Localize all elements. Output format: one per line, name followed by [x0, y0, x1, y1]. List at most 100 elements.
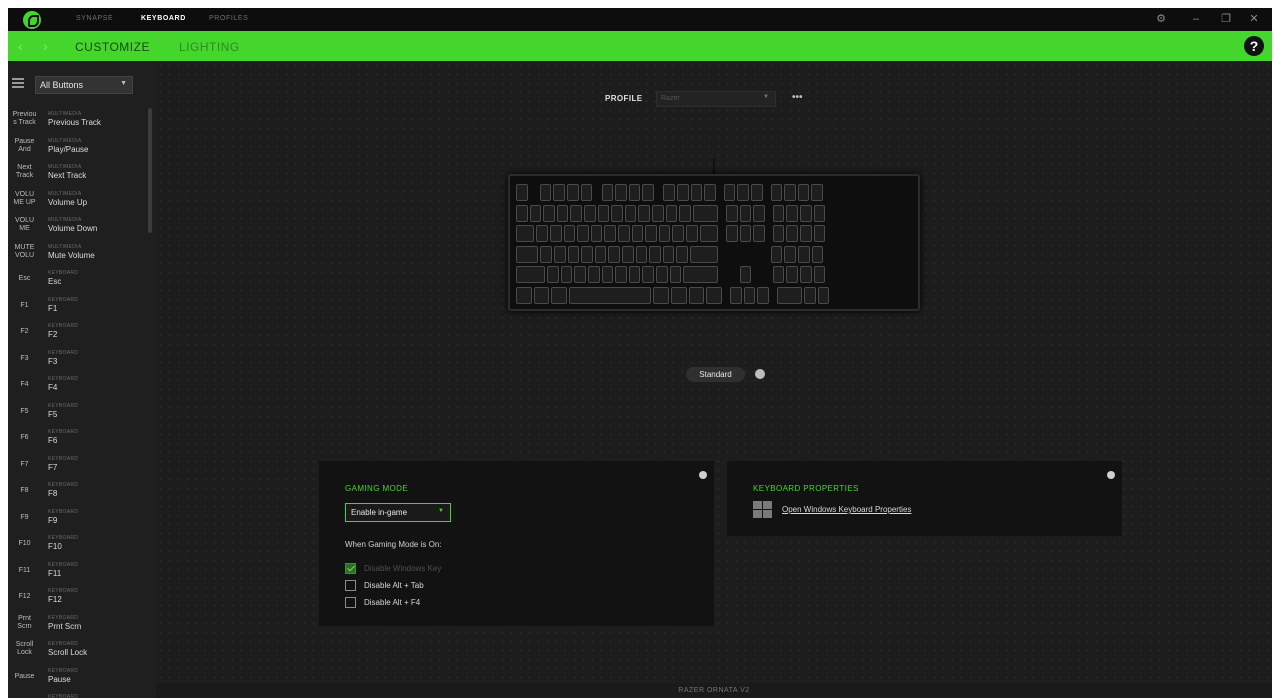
open-keyboard-properties-link[interactable]: Open Windows Keyboard Properties [782, 505, 911, 514]
button-list-item[interactable]: Prnt Scrn KEYBOARD Prnt Scrn [8, 612, 146, 639]
keyboard-key[interactable] [580, 184, 593, 201]
keyboard-key[interactable] [772, 225, 785, 242]
keyboard-image[interactable] [508, 174, 920, 311]
button-list-item[interactable]: F8 KEYBOARD F8 [8, 479, 146, 506]
keyboard-key[interactable] [560, 266, 573, 283]
tab-keyboard[interactable]: KEYBOARD [141, 15, 186, 22]
keyboard-key[interactable] [615, 266, 627, 283]
keyboard-key[interactable] [797, 184, 810, 201]
settings-gear-icon[interactable]: ⚙ [1153, 12, 1169, 26]
keyboard-key[interactable] [800, 204, 812, 222]
gaming-mode-dropdown[interactable]: Enable in-game ▼ [345, 503, 451, 522]
chevron-right-icon[interactable]: › [43, 38, 48, 54]
button-list-item[interactable]: F1 KEYBOARD F1 [8, 294, 146, 321]
keyboard-key[interactable] [676, 184, 689, 201]
keyboard-key[interactable] [628, 266, 641, 283]
chevron-left-icon[interactable]: ‹ [18, 38, 23, 54]
keyboard-key[interactable] [753, 225, 765, 242]
keyboard-key[interactable] [563, 225, 576, 242]
button-list-item[interactable]: F9 KEYBOARD F9 [8, 506, 146, 533]
keyboard-key[interactable] [739, 204, 752, 222]
keyboard-key[interactable] [730, 286, 742, 304]
keyboard-key[interactable] [813, 225, 826, 242]
keyboard-key[interactable] [570, 204, 582, 222]
button-list-item[interactable]: F6 KEYBOARD F6 [8, 426, 146, 453]
keyboard-key[interactable] [786, 204, 799, 222]
keyboard-key[interactable] [533, 286, 550, 304]
keyboard-key[interactable] [784, 245, 797, 263]
keyboard-key[interactable] [811, 184, 824, 201]
button-list-item[interactable]: F7 KEYBOARD F7 [8, 453, 146, 480]
keyboard-key[interactable] [757, 286, 769, 304]
button-list-item[interactable]: F11 KEYBOARD F11 [8, 559, 146, 586]
maximize-button[interactable]: ❐ [1218, 12, 1234, 26]
keyboard-key[interactable] [656, 266, 668, 283]
keyboard-key[interactable] [706, 286, 723, 304]
keyboard-key[interactable] [772, 266, 785, 283]
profile-dropdown[interactable]: Razer ▼ [656, 91, 776, 107]
keyboard-key[interactable] [813, 266, 826, 283]
info-icon[interactable] [755, 369, 765, 379]
keyboard-key[interactable] [577, 225, 589, 242]
button-list-item[interactable]: F2 KEYBOARD F2 [8, 320, 146, 347]
keyboard-key[interactable] [786, 225, 799, 242]
info-icon[interactable] [1107, 471, 1115, 479]
keyboard-key[interactable] [784, 184, 796, 201]
keyboard-key[interactable] [604, 225, 616, 242]
disable-alt-tab-checkbox[interactable] [345, 580, 356, 591]
keyboard-key[interactable] [798, 245, 810, 263]
button-list-item[interactable]: Esc KEYBOARD Esc [8, 267, 146, 294]
keyboard-key[interactable] [800, 225, 812, 242]
keyboard-key[interactable] [723, 184, 736, 201]
keyboard-key[interactable] [725, 225, 738, 242]
button-list-item[interactable]: Previou s Track MULTIMEDIA Previous Track [8, 108, 146, 135]
keyboard-key[interactable] [516, 266, 546, 283]
keyboard-key[interactable] [699, 225, 718, 242]
profile-more-button[interactable]: ••• [792, 92, 803, 103]
keyboard-key[interactable] [553, 184, 565, 201]
minimize-button[interactable]: – [1188, 12, 1204, 26]
keyboard-key[interactable] [786, 266, 799, 283]
keyboard-key[interactable] [549, 225, 562, 242]
sidebar-scrollbar[interactable] [148, 108, 152, 233]
keyboard-key[interactable] [683, 266, 718, 283]
keyboard-key[interactable] [658, 225, 671, 242]
keyboard-key[interactable] [556, 204, 569, 222]
keyboard-key[interactable] [672, 225, 684, 242]
info-icon[interactable] [699, 471, 707, 479]
keyboard-key[interactable] [554, 245, 566, 263]
keyboard-key[interactable] [642, 266, 655, 283]
keyboard-key[interactable] [516, 184, 528, 201]
keyboard-key[interactable] [622, 245, 634, 263]
keyboard-key[interactable] [649, 245, 661, 263]
button-list-item[interactable]: F10 KEYBOARD F10 [8, 532, 146, 559]
keyboard-key[interactable] [569, 286, 652, 304]
keyboard-key[interactable] [588, 266, 600, 283]
keyboard-key[interactable] [631, 225, 644, 242]
keyboard-key[interactable] [574, 266, 587, 283]
button-list-item[interactable]: Next Track MULTIMEDIA Next Track [8, 161, 146, 188]
layout-mode-toggle[interactable]: Standard [686, 367, 745, 382]
keyboard-key[interactable] [665, 204, 678, 222]
tab-lighting[interactable]: LIGHTING [179, 40, 240, 54]
keyboard-key[interactable] [543, 204, 555, 222]
keyboard-key[interactable] [725, 204, 738, 222]
tab-profiles[interactable]: PROFILES [209, 15, 248, 22]
keyboard-key[interactable] [601, 184, 614, 201]
keyboard-key[interactable] [690, 184, 703, 201]
keyboard-key[interactable] [567, 245, 580, 263]
keyboard-key[interactable] [663, 184, 675, 201]
button-list-item[interactable]: F5 KEYBOARD F5 [8, 400, 146, 427]
keyboard-key[interactable] [635, 245, 648, 263]
keyboard-key[interactable] [813, 204, 826, 222]
keyboard-key[interactable] [662, 245, 675, 263]
keyboard-key[interactable] [617, 225, 630, 242]
disable-alt-f4-checkbox[interactable] [345, 597, 356, 608]
close-button[interactable]: ✕ [1246, 12, 1262, 26]
keyboard-key[interactable] [676, 245, 688, 263]
button-list-item[interactable]: F3 KEYBOARD F3 [8, 347, 146, 374]
keyboard-key[interactable] [690, 245, 718, 263]
button-filter-dropdown[interactable]: All Buttons ▼ [35, 76, 133, 94]
keyboard-key[interactable] [583, 204, 596, 222]
keyboard-key[interactable] [566, 184, 579, 201]
